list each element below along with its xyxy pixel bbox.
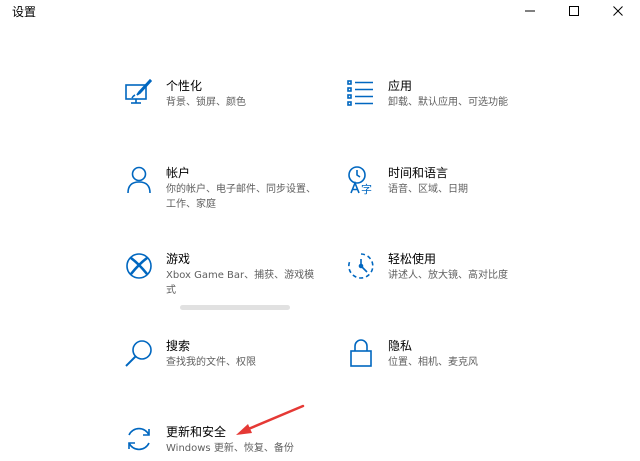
settings-tile-description: 查找我的文件、权限 [166, 357, 256, 368]
xbox-icon [124, 251, 154, 281]
settings-tile-title: 隐私 [388, 339, 413, 353]
focus-shadow [180, 305, 290, 310]
settings-tile-privacy[interactable]: 隐私 位置、相机、麦克风 [346, 338, 546, 383]
settings-tile-description: 背景、锁屏、颜色 [166, 97, 246, 108]
settings-tile-accounts[interactable]: 帐户 你的帐户、电子邮件、同步设置、工作、家庭 [124, 165, 324, 215]
maximize-icon [569, 6, 579, 16]
settings-tile-gaming[interactable]: 游戏 Xbox Game Bar、捕获、游戏模式 [124, 251, 324, 301]
settings-tile-ease-of-access[interactable]: 轻松使用 讲述人、放大镜、高对比度 [346, 251, 546, 296]
settings-tile-search[interactable]: 搜索 查找我的文件、权限 [124, 338, 324, 383]
personalization-icon [124, 78, 154, 108]
settings-tile-apps[interactable]: 应用 卸载、默认应用、可选功能 [346, 78, 546, 123]
settings-tile-title: 更新和安全 [166, 425, 227, 439]
settings-tile-title: 搜索 [166, 339, 191, 353]
window-title: 设置 [12, 5, 37, 19]
minimize-icon [525, 10, 535, 12]
settings-tile-title: 游戏 [166, 252, 191, 266]
settings-tile-description: 卸载、默认应用、可选功能 [388, 97, 508, 108]
settings-tile-time-language[interactable]: 字 时间和语言 语音、区域、日期 [346, 165, 546, 210]
settings-tile-personalization[interactable]: 个性化 背景、锁屏、颜色 [124, 78, 324, 123]
close-icon [613, 6, 623, 16]
settings-tile-description: Windows 更新、恢复、备份 [166, 443, 294, 454]
update-icon [124, 424, 154, 454]
annotation-arrow-icon [236, 404, 305, 435]
settings-tile-title: 帐户 [166, 166, 191, 180]
settings-tile-description: 语音、区域、日期 [388, 184, 468, 195]
apps-icon [346, 78, 376, 108]
ease-of-access-icon [346, 251, 376, 281]
settings-tile-description: 你的帐户、电子邮件、同步设置、工作、家庭 [166, 184, 316, 210]
window-controls [508, 0, 640, 22]
settings-tile-title: 轻松使用 [388, 252, 437, 266]
search-icon [124, 338, 154, 368]
maximize-button[interactable] [552, 0, 596, 22]
settings-tile-title: 个性化 [166, 79, 203, 93]
lock-icon [346, 338, 376, 368]
settings-tile-description: 讲述人、放大镜、高对比度 [388, 270, 508, 281]
settings-tile-description: Xbox Game Bar、捕获、游戏模式 [166, 270, 315, 296]
settings-tile-description: 位置、相机、麦克风 [388, 357, 478, 368]
settings-tile-title: 时间和语言 [388, 166, 449, 180]
minimize-button[interactable] [508, 0, 552, 22]
settings-tile-title: 应用 [388, 79, 413, 93]
account-icon [124, 165, 154, 195]
svg-text:字: 字 [361, 182, 372, 195]
time-language-icon: 字 [346, 165, 376, 195]
close-button[interactable] [596, 0, 640, 22]
